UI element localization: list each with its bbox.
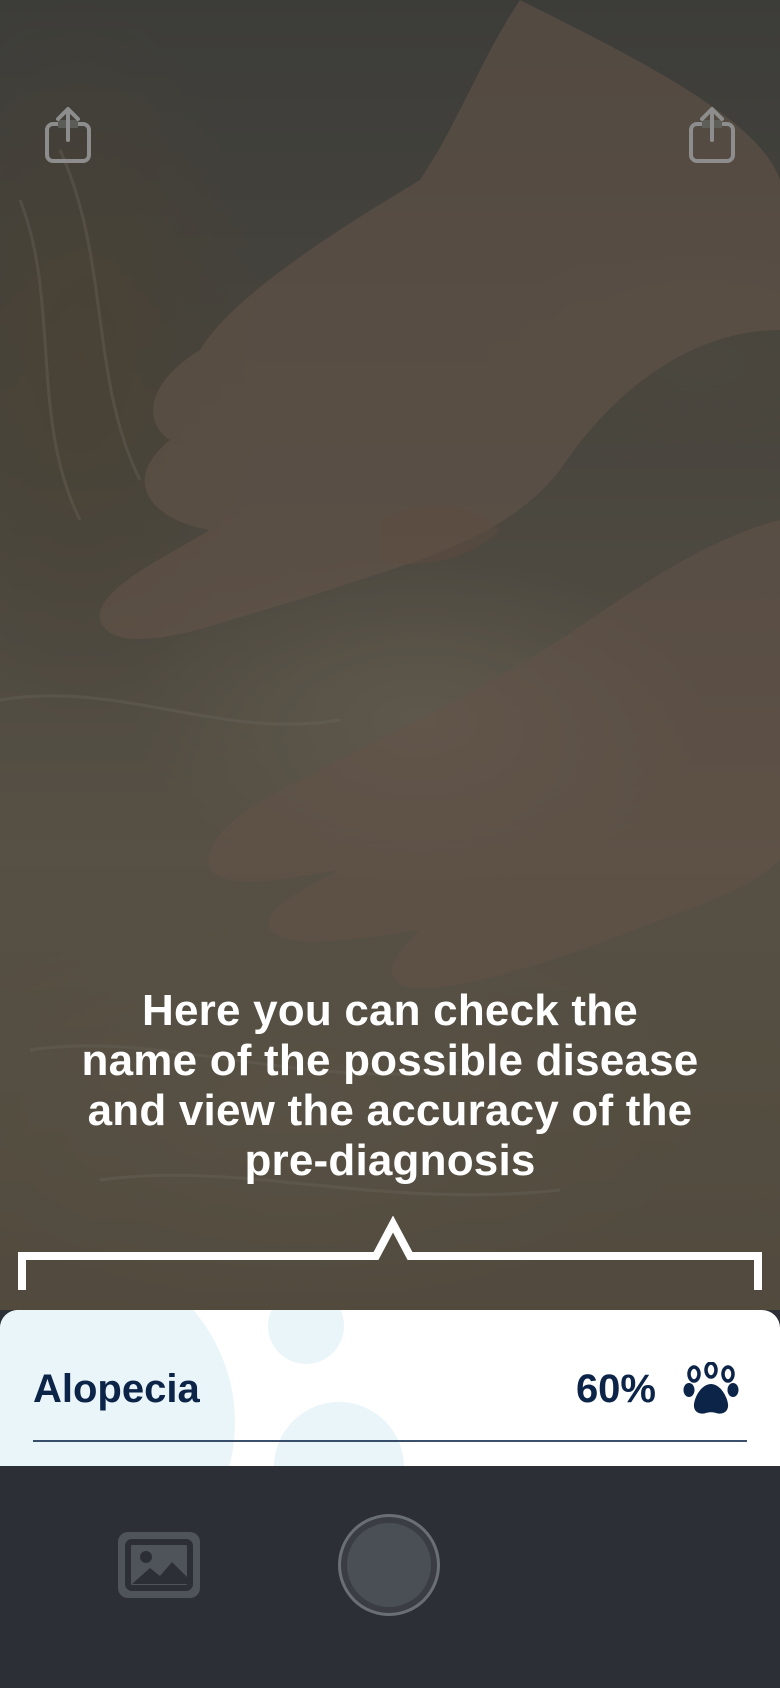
decorative-bubble: [268, 1310, 344, 1364]
decorative-bubble: [274, 1402, 404, 1466]
hint-line-4: pre-diagnosis: [244, 1136, 536, 1185]
accuracy-percent: 60%: [575, 1367, 656, 1411]
image-icon: [125, 1539, 193, 1591]
diagnosis-result-card[interactable]: Alopecia 60%: [0, 1310, 780, 1466]
share-icon: [689, 107, 735, 163]
hint-line-2: name of the possible disease: [81, 1036, 699, 1085]
share-button-left[interactable]: [40, 100, 96, 168]
share-icon: [45, 107, 91, 163]
shutter-button[interactable]: [338, 1514, 440, 1616]
gallery-button[interactable]: [118, 1532, 200, 1598]
result-divider: [33, 1440, 747, 1442]
hint-line-1: Here you can check the: [142, 986, 638, 1035]
app-screen: Here you can check the name of the possi…: [0, 0, 780, 1688]
share-button-right[interactable]: [684, 100, 740, 168]
tutorial-hint-text: Here you can check the name of the possi…: [40, 986, 740, 1186]
hint-line-3: and view the accuracy of the: [87, 1086, 693, 1135]
camera-control-bar: [0, 1466, 780, 1688]
tutorial-bracket-pointer: [18, 1216, 762, 1290]
paw-icon: [683, 1362, 739, 1414]
disease-name: Alopecia: [33, 1367, 200, 1411]
